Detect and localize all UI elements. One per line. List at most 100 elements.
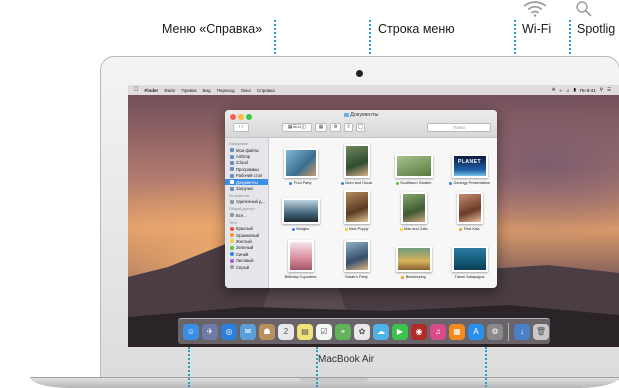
calendar-icon[interactable]: 2	[278, 323, 294, 340]
back-forward-buttons[interactable]: ‹ ›	[233, 123, 249, 132]
file-item[interactable]: New Puppy	[329, 190, 384, 231]
view-mode-buttons[interactable]: ▦☰☷◫	[282, 123, 312, 132]
photos-icon[interactable]: ✿	[354, 323, 370, 340]
status-bluetooth-icon[interactable]: ※	[552, 87, 556, 93]
tag-color-dot	[340, 181, 344, 185]
sidebar-item-label: iCloud	[236, 160, 248, 166]
safari-icon[interactable]: ◎	[221, 323, 237, 340]
status-spotlight-icon[interactable]: ⚲	[600, 87, 603, 93]
menu-item-file[interactable]: Файл	[164, 88, 175, 93]
tag-color-dot	[230, 245, 234, 250]
launchpad-icon[interactable]: ✈	[202, 323, 218, 340]
callout-dock-leader-middle	[316, 347, 318, 387]
photo-booth-icon[interactable]: ◉	[411, 323, 427, 340]
callout-wifi: Wi-Fi	[522, 22, 552, 36]
status-wifi-icon[interactable]: ≈	[560, 88, 562, 93]
file-item[interactable]: PLANET Geology Presentation	[442, 144, 497, 185]
file-thumbnail	[283, 148, 318, 178]
file-thumbnail	[281, 198, 320, 224]
trash-icon[interactable]: 🗑	[533, 323, 549, 340]
mail-icon[interactable]: ✉	[240, 323, 256, 340]
finder-search-input[interactable]: Поиск	[427, 123, 491, 132]
callout-help-menu: Меню «Справка»	[162, 22, 263, 36]
sidebar-item-tag[interactable]: Серый	[225, 264, 268, 270]
file-caption: Southburn Garden	[386, 181, 441, 185]
file-item[interactable]: Birthday Cupcakes	[273, 238, 328, 279]
sidebar-item-label: Оранжевый	[236, 232, 259, 238]
file-name: Travel Galapagos	[454, 275, 485, 279]
sidebar-header-devices: Устройства	[229, 193, 249, 198]
system-preferences-icon[interactable]: ⚙	[487, 323, 503, 340]
sidebar-header-favorites: Избранное	[229, 142, 249, 146]
tags-button[interactable]: ◯	[356, 123, 365, 132]
file-name: Birthday Cupcakes	[284, 275, 317, 279]
file-item[interactable]: Max and Julia	[386, 190, 441, 231]
reminders-icon[interactable]: ☑	[316, 323, 332, 340]
file-caption: Bridges	[273, 227, 328, 231]
menu-item-view[interactable]: Вид	[203, 88, 211, 93]
arrange-button[interactable]: ▦	[315, 123, 327, 132]
file-name: Southburn Garden	[400, 181, 432, 185]
file-name: New Puppy	[349, 227, 369, 231]
callout-dock-leader-left	[188, 347, 190, 387]
tag-color-dot	[230, 226, 234, 231]
menu-item-edit[interactable]: Правка	[181, 88, 196, 93]
finder-icon[interactable]: ☺	[183, 323, 199, 340]
network-icon	[230, 213, 234, 218]
airdrop-icon	[230, 154, 234, 159]
tag-color-dot	[289, 181, 293, 185]
file-thumbnail	[394, 154, 433, 178]
file-name: First Kiss	[463, 227, 480, 231]
ibooks-icon[interactable]: ▦	[449, 323, 465, 340]
file-name: Sarah's Party	[345, 275, 368, 279]
messages-icon[interactable]: ☁	[373, 323, 389, 340]
tag-color-dot	[230, 258, 234, 263]
maps-icon[interactable]: ⌖	[335, 323, 351, 340]
menu-app-name[interactable]: Finder	[145, 88, 159, 93]
share-button[interactable]: ⇪	[344, 123, 353, 132]
callout-menu-bar: Строка меню	[378, 22, 455, 36]
file-item[interactable]: Bridges	[273, 190, 328, 231]
file-item[interactable]: Travel Galapagos	[442, 238, 497, 279]
file-item[interactable]: Beekeeping	[386, 238, 441, 279]
status-battery-icon[interactable]: ▮	[573, 87, 575, 93]
notes-icon[interactable]: ▤	[297, 323, 313, 340]
contacts-icon[interactable]: ☗	[259, 323, 275, 340]
file-item[interactable]: First Kiss	[442, 190, 497, 231]
tag-color-dot	[230, 252, 234, 257]
finder-sidebar: Избранное Мои файлы AirDrop iCloud Прогр…	[225, 138, 269, 288]
file-item[interactable]: Sarah's Party	[329, 238, 384, 279]
sidebar-item-label: Зеленый	[236, 245, 254, 251]
downloads-stack-icon[interactable]: ↓	[514, 323, 530, 340]
file-caption: Travel Galapagos	[442, 275, 497, 279]
status-volume-icon[interactable]: ♫	[566, 88, 569, 93]
tag-color-dot	[399, 227, 403, 231]
sidebar-item-label: Синий	[236, 251, 249, 257]
menu-item-help[interactable]: Справка	[257, 88, 275, 93]
disc-icon	[230, 199, 234, 204]
sidebar-item-label: Документы	[236, 179, 258, 185]
file-item[interactable]: Pool Party	[273, 144, 328, 185]
file-thumbnail	[343, 144, 370, 178]
action-gear-button[interactable]: ⚙	[330, 123, 341, 132]
file-name: Bridges	[296, 227, 310, 231]
sidebar-item-label: Программы	[236, 166, 259, 172]
file-item[interactable]: Southburn Garden	[386, 144, 441, 185]
menu-item-go[interactable]: Переход	[217, 88, 235, 93]
tag-color-dot	[291, 227, 295, 231]
file-name: Pool Party	[293, 181, 312, 185]
desktop-screen:  Finder Файл Правка Вид Переход Окно Сп…	[128, 85, 619, 347]
file-thumbnail	[456, 192, 483, 224]
itunes-icon[interactable]: ♫	[430, 323, 446, 340]
apple-menu-icon[interactable]: 	[134, 87, 139, 93]
file-caption: New Puppy	[329, 227, 384, 231]
menu-bar:  Finder Файл Правка Вид Переход Окно Сп…	[128, 85, 619, 95]
status-notifications-icon[interactable]: ☰	[607, 87, 611, 93]
status-clock[interactable]: Пн 9:41	[580, 88, 596, 93]
facetime-icon[interactable]: ▶	[392, 323, 408, 340]
app-store-icon[interactable]: A	[468, 323, 484, 340]
file-item[interactable]: Mom and Oscar	[329, 144, 384, 185]
menu-item-window[interactable]: Окно	[241, 88, 251, 93]
file-caption: Max and Julia	[386, 227, 441, 231]
file-thumbnail	[400, 192, 427, 224]
